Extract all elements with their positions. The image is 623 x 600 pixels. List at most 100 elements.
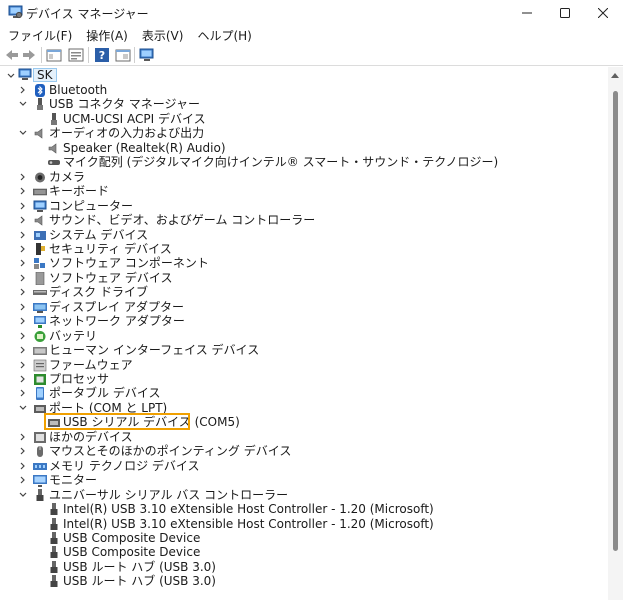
console-tree-icon[interactable] bbox=[46, 47, 62, 63]
tree-item-label[interactable]: サウンド、ビデオ、およびゲーム コントローラー bbox=[49, 213, 315, 227]
tree-item-label[interactable]: ユニバーサル シリアル バス コントローラー bbox=[49, 488, 288, 502]
tree-item-label[interactable]: Intel(R) USB 3.10 eXtensible Host Contro… bbox=[63, 517, 434, 531]
system-device-icon bbox=[34, 230, 46, 240]
menu-file[interactable]: ファイル(F) bbox=[8, 27, 72, 44]
tree-item-label[interactable]: ネットワーク アダプター bbox=[49, 314, 185, 328]
chevron-right-icon[interactable] bbox=[18, 461, 28, 471]
chevron-down-icon[interactable] bbox=[6, 71, 16, 81]
scan-hardware-icon[interactable] bbox=[139, 47, 155, 63]
chevron-down-icon[interactable] bbox=[18, 490, 28, 500]
tree-item-label[interactable]: メモリ テクノロジ デバイス bbox=[49, 459, 200, 473]
chevron-right-icon[interactable] bbox=[18, 186, 28, 196]
update-driver-icon[interactable] bbox=[115, 47, 131, 63]
tree-item-label[interactable]: バッテリ bbox=[49, 329, 97, 343]
tree-item-label[interactable]: ほかのデバイス bbox=[49, 430, 133, 444]
chevron-right-icon[interactable] bbox=[18, 432, 28, 442]
chevron-right-icon[interactable] bbox=[18, 85, 28, 95]
chevron-right-icon[interactable] bbox=[18, 172, 28, 182]
usb-icon bbox=[50, 560, 58, 573]
tree-item-label[interactable]: ディスク ドライブ bbox=[49, 285, 148, 299]
tree-item-label[interactable]: コンピューター bbox=[49, 199, 133, 213]
maximize-icon bbox=[560, 8, 570, 18]
tree-item-label[interactable]: ポータブル デバイス bbox=[49, 386, 160, 400]
tree-item-label[interactable]: UCM-UCSI ACPI デバイス bbox=[63, 112, 206, 126]
close-icon bbox=[598, 8, 608, 18]
chevron-down-icon[interactable] bbox=[18, 99, 28, 109]
tree-item-label[interactable]: Speaker (Realtek(R) Audio) bbox=[63, 141, 226, 155]
help-icon[interactable]: ? bbox=[94, 47, 110, 63]
tree-item-label[interactable]: キーボード bbox=[49, 184, 109, 198]
scrollbar-thumb[interactable] bbox=[613, 91, 618, 551]
keyboard-icon bbox=[33, 188, 47, 196]
tree-item-label[interactable]: ファームウェア bbox=[49, 358, 133, 372]
memory-icon bbox=[33, 462, 47, 470]
other-device-icon bbox=[34, 431, 46, 443]
chevron-right-icon[interactable] bbox=[18, 388, 28, 398]
speaker-icon bbox=[34, 215, 43, 226]
tree-item-label[interactable]: Bluetooth bbox=[49, 83, 107, 97]
close-button[interactable] bbox=[584, 0, 622, 26]
chevron-right-icon[interactable] bbox=[18, 316, 28, 326]
toolbar: ? bbox=[0, 44, 623, 66]
tree-item-label[interactable]: プロセッサ bbox=[49, 372, 109, 386]
scroll-up-icon[interactable] bbox=[611, 72, 619, 78]
tree-item-label[interactable]: カメラ bbox=[49, 170, 85, 184]
chevron-right-icon[interactable] bbox=[18, 302, 28, 312]
tree-item-label[interactable]: マイク配列 (デジタルマイク向けインテル® スマート・サウンド・テクノロジー) bbox=[63, 155, 498, 169]
chevron-right-icon[interactable] bbox=[18, 287, 28, 297]
menu-help[interactable]: ヘルプ(H) bbox=[197, 27, 251, 44]
title-bar: デバイス マネージャー bbox=[0, 0, 623, 26]
chevron-right-icon[interactable] bbox=[18, 446, 28, 456]
chevron-right-icon[interactable] bbox=[18, 201, 28, 211]
tree-item-label[interactable]: マウスとそのほかのポインティング デバイス bbox=[49, 444, 291, 458]
chevron-right-icon[interactable] bbox=[18, 475, 28, 485]
selection-highlight bbox=[44, 413, 190, 431]
tree-item-label[interactable]: USB Composite Device bbox=[63, 531, 200, 545]
disk-drive-icon bbox=[33, 290, 47, 296]
firmware-icon bbox=[33, 359, 47, 371]
chevron-down-icon[interactable] bbox=[18, 403, 28, 413]
chevron-right-icon[interactable] bbox=[18, 345, 28, 355]
tree-item-label[interactable]: USB ルート ハブ (USB 3.0) bbox=[63, 560, 216, 574]
chevron-right-icon[interactable] bbox=[18, 244, 28, 254]
menu-action[interactable]: 操作(A) bbox=[86, 27, 128, 44]
tree-item-label[interactable]: セキュリティ デバイス bbox=[49, 242, 172, 256]
chevron-right-icon[interactable] bbox=[18, 273, 28, 283]
software-device-icon bbox=[35, 271, 45, 285]
tree-item-label[interactable]: ヒューマン インターフェイス デバイス bbox=[49, 343, 259, 357]
usb-icon bbox=[50, 531, 58, 544]
chevron-down-icon[interactable] bbox=[18, 128, 28, 138]
chevron-right-icon[interactable] bbox=[18, 360, 28, 370]
chevron-right-icon[interactable] bbox=[18, 215, 28, 225]
chevron-right-icon[interactable] bbox=[18, 331, 28, 341]
forward-arrow-icon[interactable] bbox=[21, 47, 37, 63]
usb-icon bbox=[50, 546, 58, 559]
vertical-scrollbar[interactable] bbox=[608, 67, 623, 600]
chevron-right-icon[interactable] bbox=[18, 258, 28, 268]
tree-item-label[interactable]: オーディオの入力および出力 bbox=[49, 126, 204, 140]
usb-connector-icon bbox=[37, 98, 43, 111]
tree-root-label[interactable]: SK bbox=[33, 68, 57, 82]
tree-item-label[interactable]: システム デバイス bbox=[49, 228, 148, 242]
processor-icon bbox=[34, 374, 46, 385]
chevron-right-icon[interactable] bbox=[18, 230, 28, 240]
menu-view[interactable]: 表示(V) bbox=[142, 27, 184, 44]
tree-item-label[interactable]: ソフトウェア デバイス bbox=[49, 271, 172, 285]
security-device-icon bbox=[36, 242, 45, 255]
chevron-right-icon[interactable] bbox=[18, 374, 28, 384]
tree-item-label[interactable]: Intel(R) USB 3.10 eXtensible Host Contro… bbox=[63, 502, 434, 516]
usb-icon bbox=[36, 488, 44, 501]
minimize-button[interactable] bbox=[508, 0, 546, 26]
network-adapter-icon bbox=[34, 316, 46, 329]
tree-item-label[interactable]: モニター bbox=[49, 473, 97, 487]
tree-item-label[interactable]: ディスプレイ アダプター bbox=[49, 300, 184, 314]
computer-icon bbox=[33, 200, 47, 212]
properties-icon[interactable] bbox=[68, 47, 84, 63]
tree-item-label[interactable]: USB ルート ハブ (USB 3.0) bbox=[63, 574, 216, 588]
tree-item-label[interactable]: USB Composite Device bbox=[63, 545, 200, 559]
bluetooth-icon bbox=[35, 84, 45, 97]
tree-item-label[interactable]: ソフトウェア コンポーネント bbox=[49, 256, 209, 270]
back-arrow-icon[interactable] bbox=[4, 47, 20, 63]
tree-item-label[interactable]: USB コネクタ マネージャー bbox=[49, 97, 200, 111]
maximize-button[interactable] bbox=[546, 0, 584, 26]
